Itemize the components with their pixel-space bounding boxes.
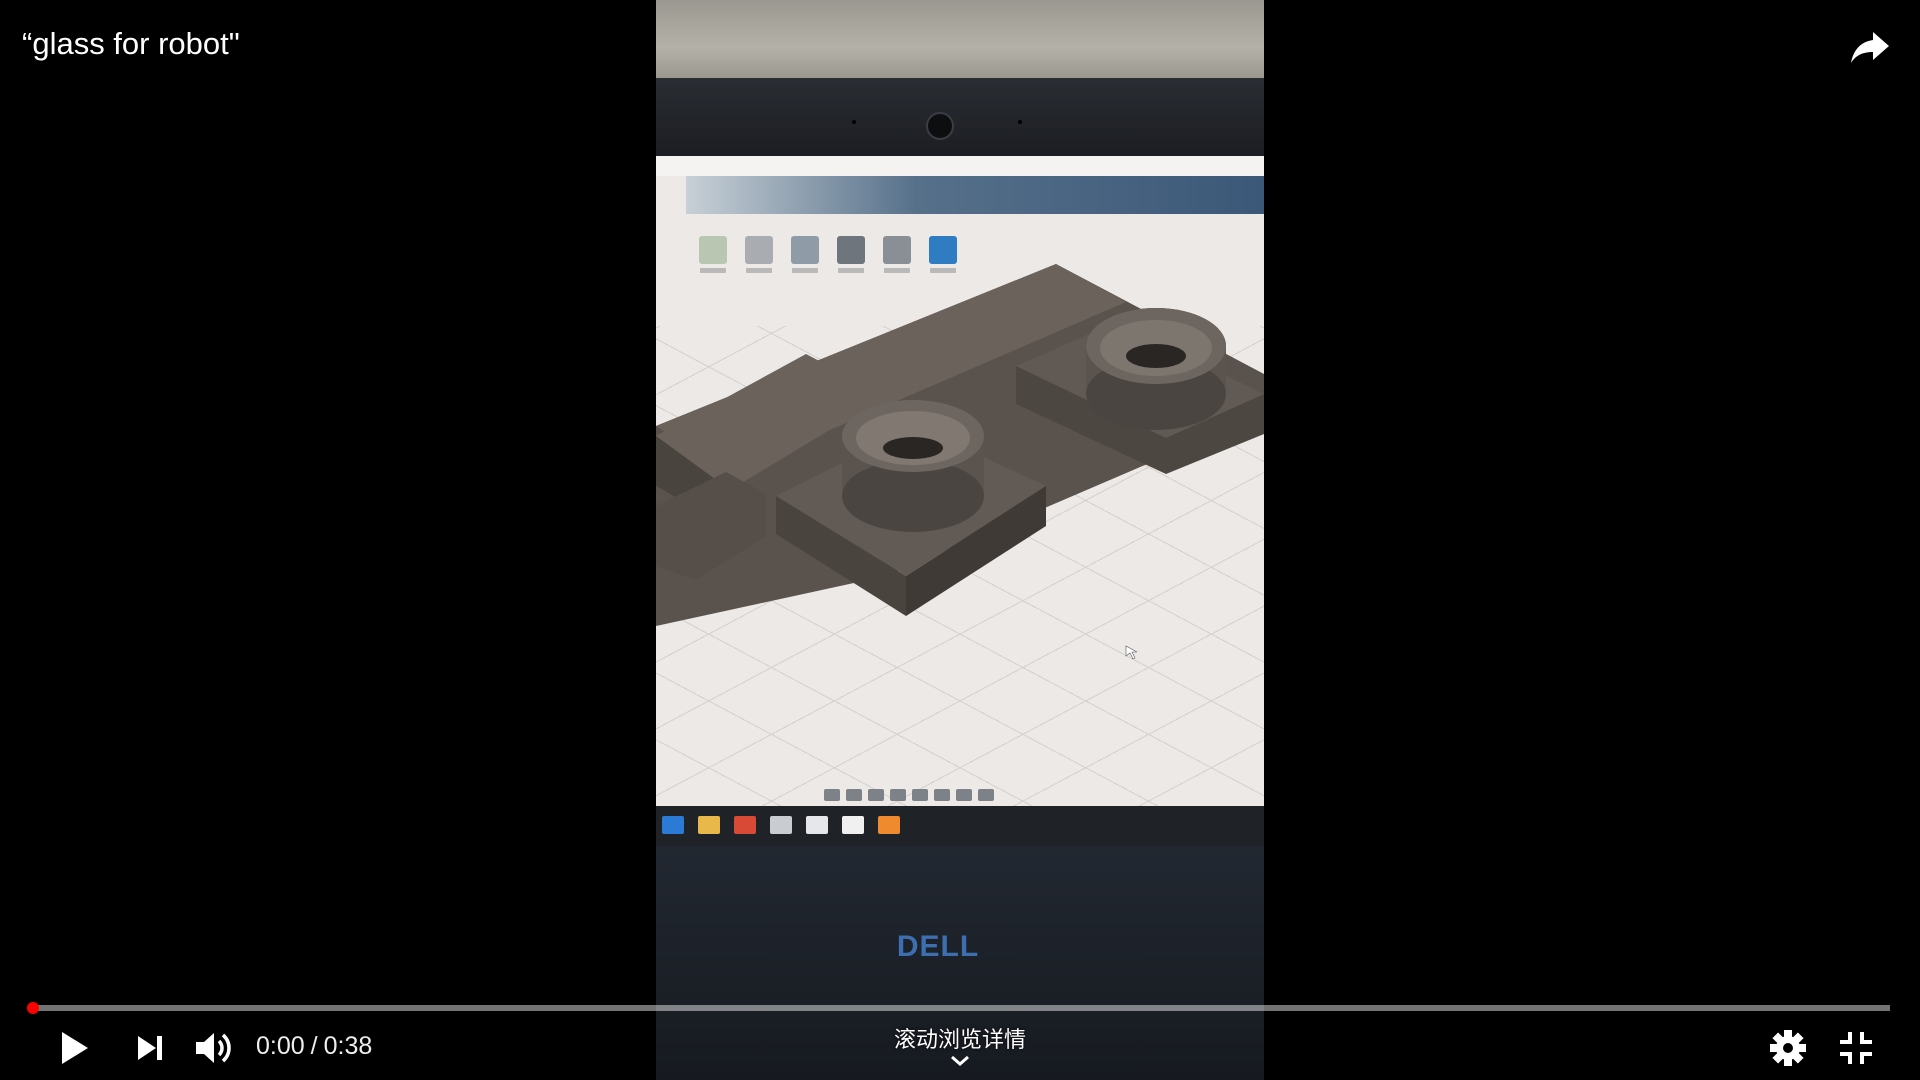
folder-icon [698,816,720,834]
webcam-dot [852,120,856,124]
current-time: 0:00 [256,1032,305,1060]
cad-model [656,264,1264,660]
gear-icon [1770,1030,1806,1066]
office-icon [734,816,756,834]
video-frame[interactable]: DELL [656,0,1264,1080]
scroll-for-details-hint[interactable]: 滚动浏览详情 [860,1022,1060,1054]
exit-fullscreen-button[interactable] [1834,1026,1878,1070]
play-button[interactable] [52,1026,96,1070]
cad-navigation-toolbar [824,786,1034,804]
dell-logo: DELL [896,930,980,963]
fusion-icon [878,816,900,834]
share-icon [1851,32,1889,63]
webcam-dot [1018,120,1022,124]
exit-fullscreen-icon [1840,1032,1872,1064]
laptop-top-bezel [656,78,1264,158]
mail-icon [842,816,864,834]
play-icon [62,1032,88,1064]
laptop-screen [656,156,1264,806]
settings-button[interactable] [1766,1026,1810,1070]
mute-button[interactable] [192,1026,236,1070]
video-title: “glass for robot" [22,26,240,61]
duration: 0:38 [323,1032,373,1060]
store-icon [806,816,828,834]
edge-icon [662,816,684,834]
progress-scrubber[interactable] [27,1002,39,1014]
progress-bar[interactable] [27,1002,1890,1014]
volume-icon [196,1033,231,1063]
calendar-icon [770,816,792,834]
chevron-down-icon[interactable] [948,1054,972,1068]
next-icon [138,1036,162,1060]
webcam [926,112,954,140]
next-button[interactable] [128,1026,172,1070]
share-button[interactable] [1846,22,1894,70]
time-separator: / [310,1032,318,1060]
time-display: 0:00/0:38 [256,1032,372,1061]
windows-taskbar [656,810,1264,840]
